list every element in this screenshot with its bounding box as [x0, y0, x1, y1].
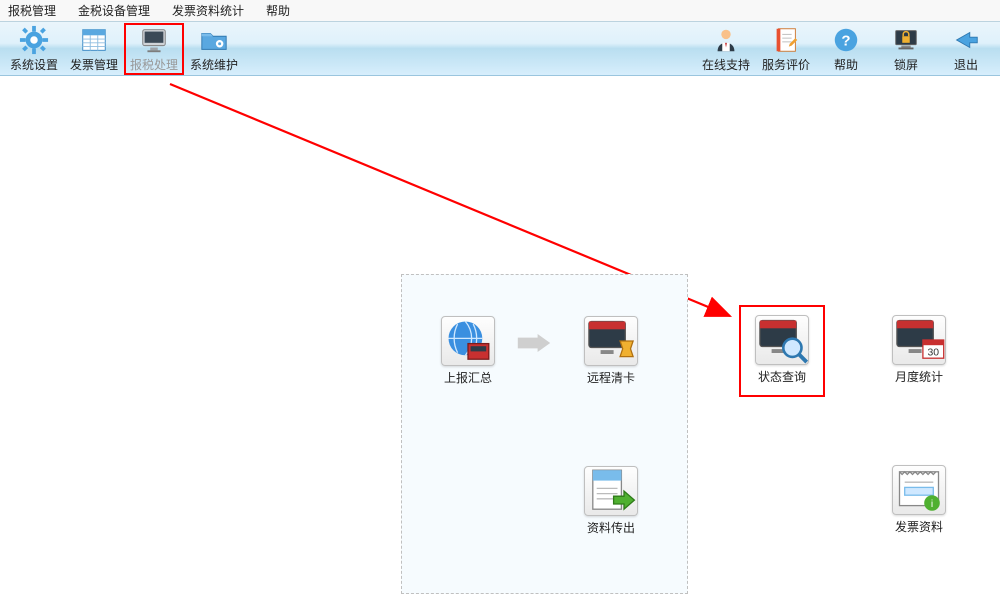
- menu-tax-mgmt[interactable]: 报税管理: [8, 2, 56, 19]
- notebook-icon: [771, 25, 801, 55]
- monitor-calendar-icon: 30: [892, 315, 946, 365]
- svg-text:30: 30: [928, 348, 940, 359]
- tool-label: 发票管理: [70, 56, 118, 73]
- tool-label: 系统设置: [10, 56, 58, 73]
- tool-label: 退出: [954, 56, 978, 73]
- help-icon: ?: [831, 25, 861, 55]
- system-maint-button[interactable]: 系统维护: [184, 23, 244, 75]
- invoice-mgmt-button[interactable]: 发票管理: [64, 23, 124, 75]
- process-panel: 上报汇总 远程清卡 资料传出: [401, 274, 688, 594]
- monitor-hourglass-icon: [584, 316, 638, 366]
- gear-icon: [19, 25, 49, 55]
- monitor-icon: [139, 25, 169, 55]
- tile-label: 状态查询: [758, 368, 806, 385]
- tile-label: 月度统计: [895, 368, 943, 385]
- tile-export-data[interactable]: 资料传出: [582, 466, 640, 536]
- menu-invoice-stats[interactable]: 发票资料统计: [172, 2, 244, 19]
- lock-screen-icon: [891, 25, 921, 55]
- help-button[interactable]: ? 帮助: [816, 23, 876, 75]
- folder-gear-icon: [199, 25, 229, 55]
- system-settings-button[interactable]: 系统设置: [4, 23, 64, 75]
- person-icon: [711, 25, 741, 55]
- exit-button[interactable]: 退出: [936, 23, 996, 75]
- invoice-icon: i: [892, 465, 946, 515]
- tax-process-button[interactable]: 报税处理: [124, 23, 184, 75]
- tile-label: 发票资料: [895, 518, 943, 535]
- toolbar: 系统设置 发票管理 报税处理 系统维护 在线支持 服务评价 ?: [0, 22, 1000, 76]
- tile-report-summary[interactable]: 上报汇总: [439, 316, 497, 386]
- tile-label: 远程清卡: [587, 369, 635, 386]
- globe-icon: [441, 316, 495, 366]
- menu-help[interactable]: 帮助: [266, 2, 290, 19]
- service-review-button[interactable]: 服务评价: [756, 23, 816, 75]
- lock-screen-button[interactable]: 锁屏: [876, 23, 936, 75]
- menubar: 报税管理 金税设备管理 发票资料统计 帮助: [0, 0, 1000, 22]
- tile-label: 上报汇总: [444, 369, 492, 386]
- tile-remote-clear[interactable]: 远程清卡: [582, 316, 640, 386]
- monitor-search-icon: [755, 315, 809, 365]
- tile-invoice-data[interactable]: i 发票资料: [890, 465, 948, 535]
- tool-label: 报税处理: [130, 56, 178, 73]
- svg-text:?: ?: [841, 32, 850, 49]
- tool-label: 系统维护: [190, 56, 238, 73]
- tile-label: 资料传出: [587, 519, 635, 536]
- tool-label: 锁屏: [894, 56, 918, 73]
- online-support-button[interactable]: 在线支持: [696, 23, 756, 75]
- workspace: 上报汇总 远程清卡 资料传出 状态查询 30 月度统计: [0, 76, 1000, 610]
- document-export-icon: [584, 466, 638, 516]
- tile-monthly-stats[interactable]: 30 月度统计: [890, 315, 948, 385]
- back-arrow-icon: [951, 25, 981, 55]
- flow-arrow-icon: [514, 333, 554, 353]
- spreadsheet-icon: [79, 25, 109, 55]
- tool-label: 在线支持: [702, 56, 750, 73]
- tool-label: 服务评价: [762, 56, 810, 73]
- svg-text:i: i: [931, 499, 933, 510]
- tool-label: 帮助: [834, 56, 858, 73]
- tile-status-query[interactable]: 状态查询: [739, 305, 825, 397]
- menu-device-mgmt[interactable]: 金税设备管理: [78, 2, 150, 19]
